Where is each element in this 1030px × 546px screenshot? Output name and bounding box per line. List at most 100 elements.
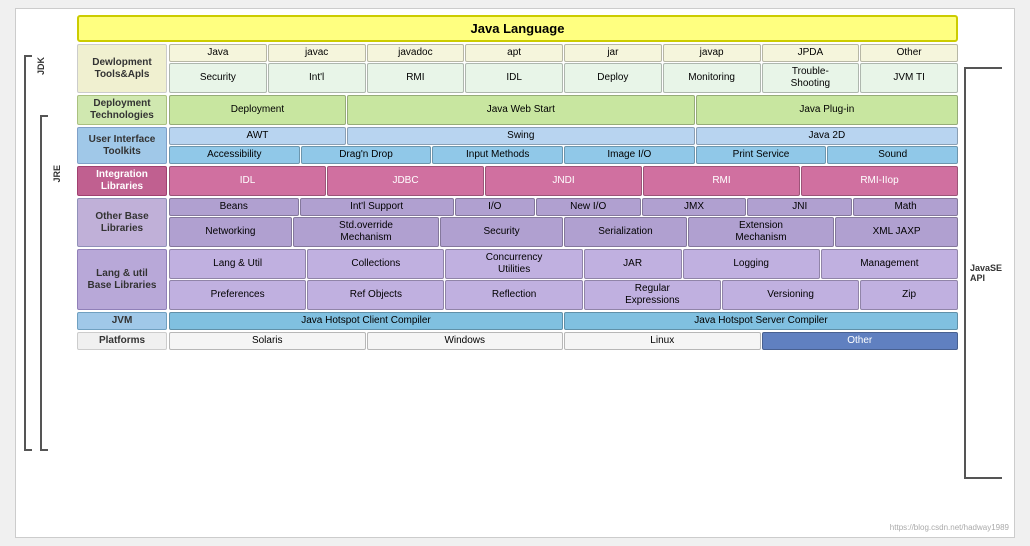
cell-logging: Logging [683, 249, 820, 279]
integ-section: Integration Libraries IDL JDBC JNDI RMI … [77, 166, 958, 196]
cell-imageio: Image I/O [564, 146, 695, 164]
jvm-section: JVM Java Hotspot Client Compiler Java Ho… [77, 312, 958, 330]
javase-api-label: JavaSE API [958, 15, 1008, 531]
cell-stdoverride: Std.override Mechanism [293, 217, 439, 247]
cell-langutil: Lang & Util [169, 249, 306, 279]
cell-regex: Regular Expressions [584, 280, 721, 310]
cell-other-p: Other [762, 332, 959, 350]
cell-intl: Int'l [268, 63, 366, 93]
cell-jndi: JNDI [485, 166, 642, 196]
jvm-label: JVM [77, 312, 167, 330]
cell-linux: Linux [564, 332, 761, 350]
integ-cells: IDL JDBC JNDI RMI RMI-IIop [169, 166, 958, 196]
other-base-rows: Beans Int'l Support I/O New I/O JMX JNI … [169, 198, 958, 247]
javase-api-text: JavaSE API [970, 263, 1002, 283]
cell-networking: Networking [169, 217, 292, 247]
cell-hotspot-client: Java Hotspot Client Compiler [169, 312, 563, 330]
java-lang-label: Java Language [471, 21, 565, 36]
java-lang-bar: Java Language [77, 15, 958, 42]
cell-security: Security [169, 63, 267, 93]
cell-printservice: Print Service [696, 146, 827, 164]
cell-deploy: Deploy [564, 63, 662, 93]
cell-math: Math [853, 198, 958, 216]
cell-xmljaxp: XML JAXP [835, 217, 958, 247]
cell-other-dt: Other [860, 44, 958, 62]
ui-row2: Accessibility Drag'n Drop Input Methods … [169, 146, 958, 164]
cell-swing: Swing [347, 127, 695, 145]
cell-zip: Zip [860, 280, 958, 310]
dev-tools-label: Dewlopment Tools&Apls [77, 44, 167, 93]
lang-util-label: Lang & util Base Libraries [77, 249, 167, 310]
watermark: https://blog.csdn.net/hadway1989 [890, 523, 1009, 532]
cell-io: I/O [455, 198, 535, 216]
cell-management: Management [821, 249, 958, 279]
ui-label: User Interface Toolkits [77, 127, 167, 164]
cell-jws: Java Web Start [347, 95, 695, 125]
ui-section: User Interface Toolkits AWT Swing Java 2… [77, 127, 958, 164]
cell-javac: javac [268, 44, 366, 62]
cell-intlsupport: Int'l Support [300, 198, 454, 216]
cell-java2d: Java 2D [696, 127, 958, 145]
cell-monitoring: Monitoring [663, 63, 761, 93]
cell-rmiiop: RMI-IIop [801, 166, 958, 196]
cell-java: Java [169, 44, 267, 62]
cell-javadoc: javadoc [367, 44, 465, 62]
lang-util-section: Lang & util Base Libraries Lang & Util C… [77, 249, 958, 310]
cell-sound: Sound [827, 146, 958, 164]
cell-newio: New I/O [536, 198, 641, 216]
cell-extmech: Extension Mechanism [688, 217, 834, 247]
cell-idl: IDL [465, 63, 563, 93]
platforms-section: Platforms Solaris Windows Linux Other [77, 332, 958, 350]
left-side-labels: JDK JRE [22, 15, 77, 531]
other-base-label: Other Base Libraries [77, 198, 167, 247]
deploy-cells: Deployment Java Web Start Java Plug-in [169, 95, 958, 125]
main-content: Java Language Dewlopment Tools&Apls Java… [77, 15, 958, 531]
lang-util-rows: Lang & Util Collections Concurrency Util… [169, 249, 958, 310]
cell-jni: JNI [747, 198, 852, 216]
cell-apt: apt [465, 44, 563, 62]
other-base-section: Other Base Libraries Beans Int'l Support… [77, 198, 958, 247]
cell-rmi-i: RMI [643, 166, 800, 196]
platforms-label: Platforms [77, 332, 167, 350]
cell-awt: AWT [169, 127, 346, 145]
cell-prefs: Preferences [169, 280, 306, 310]
cell-solaris: Solaris [169, 332, 366, 350]
cell-idl-i: IDL [169, 166, 326, 196]
cell-security-ob: Security [440, 217, 563, 247]
cell-trouble: Trouble- Shooting [762, 63, 860, 93]
cell-jpda: JPDA [762, 44, 860, 62]
cell-concurrency: Concurrency Utilities [445, 249, 582, 279]
ui-rows: AWT Swing Java 2D Accessibility Drag'n D… [169, 127, 958, 164]
dev-tools-row2: Security Int'l RMI IDL Deploy Monitoring… [169, 63, 958, 93]
cell-dragdrop: Drag'n Drop [301, 146, 432, 164]
cell-beans: Beans [169, 198, 299, 216]
dev-tools-row1: Java javac javadoc apt jar javap JPDA Ot… [169, 44, 958, 62]
other-base-row1: Beans Int'l Support I/O New I/O JMX JNI … [169, 198, 958, 216]
diagram-wrapper: JDK JRE Java Language Dewlopment Tools&A… [15, 8, 1015, 538]
jvm-cells: Java Hotspot Client Compiler Java Hotspo… [169, 312, 958, 330]
cell-windows: Windows [367, 332, 564, 350]
cell-jar: jar [564, 44, 662, 62]
cell-serial: Serialization [564, 217, 687, 247]
cell-rmi: RMI [367, 63, 465, 93]
cell-reflection: Reflection [445, 280, 582, 310]
cell-plugin: Java Plug-in [696, 95, 958, 125]
jre-label: JRE [52, 165, 62, 183]
jdk-label: JDK [36, 57, 46, 75]
cell-jdbc: JDBC [327, 166, 484, 196]
cell-jvmti: JVM TI [860, 63, 958, 93]
cell-jar: JAR [584, 249, 682, 279]
cell-deployment: Deployment [169, 95, 346, 125]
deploy-label: Deployment Technologies [77, 95, 167, 125]
dev-tools-section: Dewlopment Tools&Apls Java javac javadoc… [77, 44, 958, 93]
deploy-section: Deployment Technologies Deployment Java … [77, 95, 958, 125]
cell-refobj: Ref Objects [307, 280, 444, 310]
lang-util-row2: Preferences Ref Objects Reflection Regul… [169, 280, 958, 310]
integ-label: Integration Libraries [77, 166, 167, 196]
cell-collections: Collections [307, 249, 444, 279]
dev-tools-rows: Java javac javadoc apt jar javap JPDA Ot… [169, 44, 958, 93]
platforms-cells: Solaris Windows Linux Other [169, 332, 958, 350]
lang-util-row1: Lang & Util Collections Concurrency Util… [169, 249, 958, 279]
cell-versioning: Versioning [722, 280, 859, 310]
cell-accessibility: Accessibility [169, 146, 300, 164]
